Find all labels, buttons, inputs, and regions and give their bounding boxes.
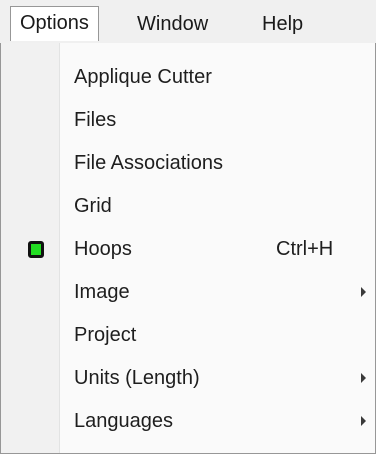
menu-item-shortcut: Ctrl+H — [276, 238, 334, 260]
menu-item-hoops[interactable]: Hoops Ctrl+H — [1, 228, 375, 271]
submenu-arrow-icon — [361, 287, 366, 297]
menubar-options[interactable]: Options — [10, 6, 99, 41]
menu-item-label: Languages — [74, 410, 173, 432]
menu-item-grid[interactable]: Grid — [1, 185, 375, 228]
menu-item-label: Hoops — [74, 238, 132, 260]
menu-item-applique-cutter[interactable]: Applique Cutter — [1, 56, 375, 99]
menu-item-files[interactable]: Files — [1, 99, 375, 142]
menu-item-label: Files — [74, 109, 117, 131]
menubar-window[interactable]: Window — [128, 8, 217, 43]
menubar-help[interactable]: Help — [253, 8, 312, 43]
submenu-arrow-icon — [361, 373, 366, 383]
menu-item-label: Applique Cutter — [74, 66, 212, 88]
menu-item-project[interactable]: Project — [1, 314, 375, 357]
submenu-arrow-icon — [361, 416, 366, 426]
menu-bar: Options Window Help — [0, 0, 376, 44]
checked-indicator-icon — [28, 241, 44, 258]
menu-item-languages[interactable]: Languages — [1, 400, 375, 443]
menu-item-label: Grid — [74, 195, 112, 217]
menu-item-label: Project — [74, 324, 137, 346]
menu-item-label: Units (Length) — [74, 367, 200, 389]
options-dropdown-menu: Applique Cutter Files File Associations … — [0, 43, 376, 454]
menu-item-image[interactable]: Image — [1, 271, 375, 314]
menu-item-label: File Associations — [74, 152, 223, 174]
menu-item-file-associations[interactable]: File Associations — [1, 142, 375, 185]
menu-item-units-length[interactable]: Units (Length) — [1, 357, 375, 400]
menu-item-label: Image — [74, 281, 130, 303]
